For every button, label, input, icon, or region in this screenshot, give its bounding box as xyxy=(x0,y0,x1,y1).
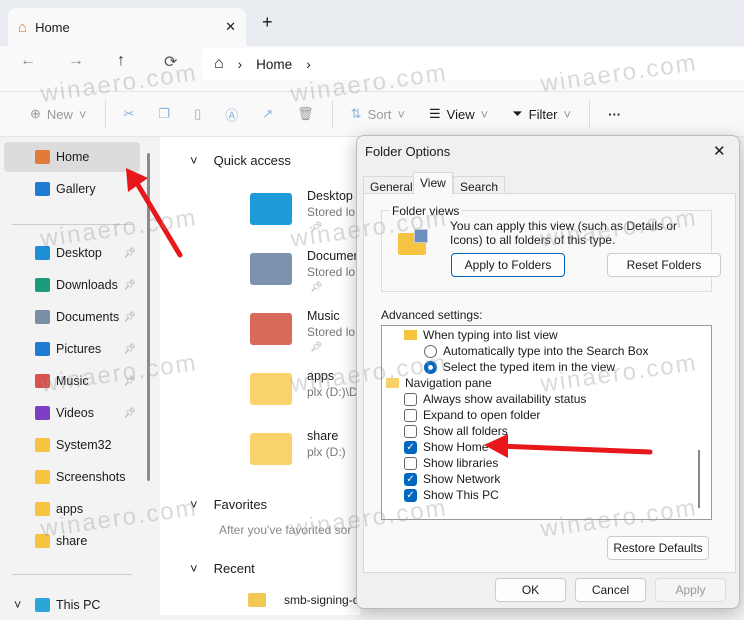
arrow-to-home-sidebar xyxy=(126,168,183,258)
annotation-arrows xyxy=(126,168,653,458)
arrow-to-show-home xyxy=(484,434,653,458)
tab-view[interactable]: View xyxy=(413,172,453,194)
